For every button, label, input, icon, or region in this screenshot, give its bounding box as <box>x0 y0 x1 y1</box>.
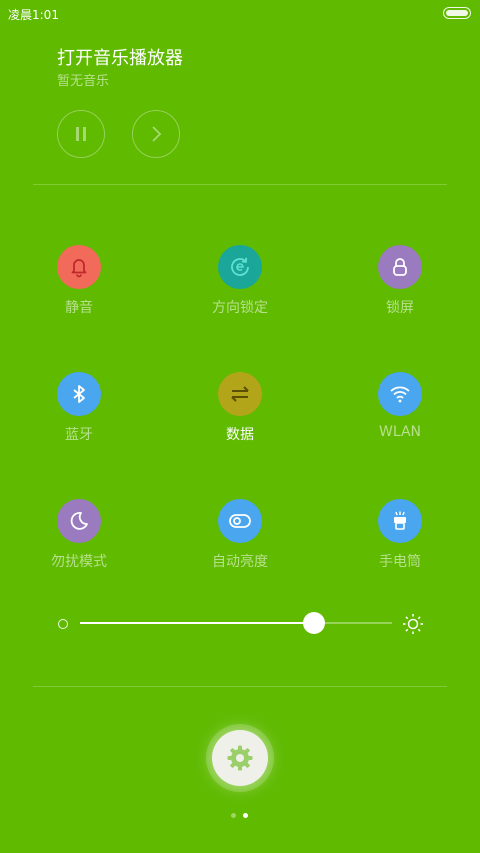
next-button[interactable] <box>132 110 180 158</box>
toggle-bluetooth[interactable]: 蓝牙 <box>19 372 139 444</box>
brightness-slider-handle[interactable] <box>303 612 325 634</box>
toggle-label: 方向锁定 <box>212 300 268 316</box>
page-indicator-dot <box>231 813 236 818</box>
music-status: 暂无音乐 <box>57 74 110 89</box>
bluetooth-icon <box>57 372 101 416</box>
brightness-high-icon <box>403 614 423 634</box>
toggle-label: WLAN <box>378 424 421 440</box>
music-player-title[interactable]: 打开音乐播放器 <box>57 44 183 70</box>
data-transfer-icon <box>218 372 262 416</box>
rotation-lock-icon <box>218 245 262 289</box>
wifi-icon <box>378 372 422 416</box>
pause-button[interactable] <box>57 110 105 158</box>
lock-icon <box>378 245 422 289</box>
gear-icon <box>227 745 253 771</box>
toggle-label: 静音 <box>65 300 93 316</box>
toggle-lock-screen[interactable]: 锁屏 <box>340 245 460 317</box>
divider <box>33 686 447 687</box>
toggle-label: 自动亮度 <box>212 554 268 570</box>
toggle-do-not-disturb[interactable]: 勿扰模式 <box>19 499 139 571</box>
toggle-label: 蓝牙 <box>65 427 93 443</box>
chevron-right-icon <box>152 126 162 142</box>
page-indicator-dot-active <box>243 813 248 818</box>
toggle-label: 锁屏 <box>386 300 414 316</box>
pause-icon <box>76 127 86 141</box>
toggle-mobile-data[interactable]: 数据 <box>180 372 300 444</box>
toggle-label: 勿扰模式 <box>51 554 107 570</box>
toggle-label: 手电筒 <box>379 554 421 570</box>
status-time: 凌晨1:01 <box>8 8 59 22</box>
toggle-icon <box>218 499 262 543</box>
brightness-slider[interactable] <box>80 612 392 634</box>
brightness-low-icon <box>58 619 68 629</box>
toggle-flashlight[interactable]: 手电筒 <box>340 499 460 571</box>
toggle-wlan[interactable]: WLAN <box>340 372 460 440</box>
battery-icon <box>443 7 471 19</box>
toggle-auto-brightness[interactable]: 自动亮度 <box>180 499 300 571</box>
toggle-label: 数据 <box>226 427 254 443</box>
bell-icon <box>57 245 101 289</box>
divider <box>33 184 447 185</box>
flashlight-icon <box>378 499 422 543</box>
toggle-rotation-lock[interactable]: 方向锁定 <box>180 245 300 317</box>
toggle-mute[interactable]: 静音 <box>19 245 139 317</box>
moon-icon <box>57 499 101 543</box>
settings-button[interactable] <box>212 730 268 786</box>
brightness-fill <box>80 622 314 624</box>
